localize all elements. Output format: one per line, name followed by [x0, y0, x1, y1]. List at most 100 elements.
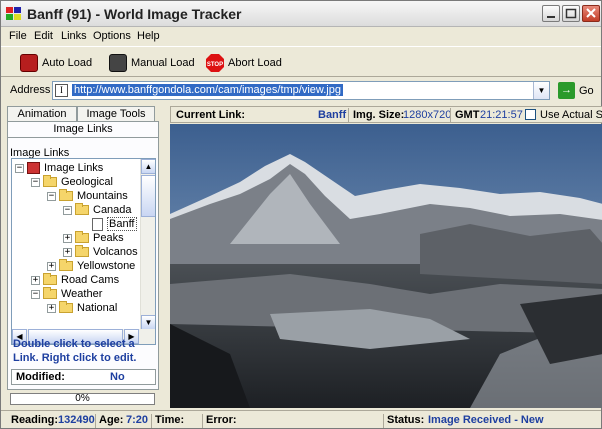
- tree-node-label: Volcanos: [93, 246, 138, 258]
- close-button[interactable]: [582, 5, 600, 22]
- tree-node[interactable]: + Peaks: [63, 231, 124, 245]
- chevron-down-icon: ▼: [537, 86, 546, 95]
- book-icon: [27, 162, 40, 174]
- progress-text: 0%: [75, 393, 90, 404]
- collapse-icon[interactable]: −: [31, 177, 40, 187]
- webcam-image[interactable]: [170, 124, 602, 408]
- usage-hint: Double click to select a Link. Right cli…: [13, 338, 137, 364]
- folder-icon: [59, 189, 73, 201]
- address-label: Address: [10, 84, 51, 96]
- tree-node[interactable]: − Geological: [31, 175, 113, 189]
- status-label: Status:: [387, 414, 425, 426]
- menu-links[interactable]: Links: [61, 30, 87, 42]
- auto-load-icon: [20, 54, 38, 72]
- address-bar: Address I http://www.banffgondola.com/ca…: [1, 78, 601, 103]
- folder-icon: [75, 245, 89, 257]
- modified-label: Modified:: [16, 371, 65, 383]
- collapse-icon[interactable]: −: [63, 205, 72, 215]
- tab-image-links[interactable]: Image Links: [7, 121, 159, 137]
- folder-icon: [43, 175, 57, 187]
- scroll-down-button[interactable]: ▼: [141, 315, 155, 330]
- image-info-bar: Current Link: Banff Img. Size: 1280x720 …: [170, 106, 602, 123]
- tree-node-label: Mountains: [77, 190, 128, 202]
- divider: [202, 414, 203, 428]
- tree-node-label: Image Links: [44, 162, 104, 174]
- menu-file[interactable]: File: [9, 30, 27, 42]
- address-dropdown-button[interactable]: ▼: [533, 82, 549, 99]
- expand-icon[interactable]: +: [31, 275, 40, 285]
- app-icon: [6, 7, 22, 21]
- image-links-pane: Image Links − Image Links − Geological −…: [7, 137, 159, 390]
- svg-text:STOP: STOP: [207, 62, 223, 68]
- menu-options[interactable]: Options: [93, 30, 131, 42]
- tree-vertical-scrollbar[interactable]: ▲ ▼: [140, 159, 155, 330]
- tree-node[interactable]: − Canada: [63, 203, 132, 217]
- tree-node[interactable]: + Volcanos: [63, 245, 138, 259]
- tree-node-selected[interactable]: Banff: [92, 217, 137, 231]
- img-size-value: 1280x720: [403, 109, 452, 121]
- text-cursor-icon: I: [55, 84, 68, 97]
- menu-help[interactable]: Help: [137, 30, 160, 42]
- go-button[interactable]: → Go: [558, 81, 594, 100]
- folder-icon: [59, 301, 73, 313]
- tree-node[interactable]: + Yellowstone: [47, 259, 135, 273]
- divider: [450, 108, 451, 122]
- folder-icon: [75, 231, 89, 243]
- address-input[interactable]: I http://www.banffgondola.com/cam/images…: [52, 81, 550, 100]
- menu-edit[interactable]: Edit: [34, 30, 53, 42]
- title-bar[interactable]: Banff (91) - World Image Tracker: [1, 1, 601, 27]
- chevron-up-icon: ▲: [144, 162, 153, 171]
- maximize-button[interactable]: [562, 5, 580, 22]
- tab-image-tools[interactable]: Image Tools: [77, 106, 155, 122]
- tree-node-label: Peaks: [93, 232, 124, 244]
- tree-node[interactable]: − Weather: [31, 287, 102, 301]
- camera-icon: [109, 54, 127, 72]
- expand-icon[interactable]: +: [47, 303, 56, 313]
- expand-icon[interactable]: +: [63, 233, 72, 243]
- manual-load-label: Manual Load: [131, 57, 195, 69]
- folder-icon: [75, 203, 89, 215]
- go-label: Go: [579, 84, 594, 97]
- window-title: Banff (91) - World Image Tracker: [27, 6, 242, 22]
- tab-animation[interactable]: Animation: [7, 106, 77, 122]
- status-value: Image Received - New: [428, 414, 544, 426]
- left-panel: Animation Image Tools Image Links Image …: [7, 106, 159, 390]
- tree-node[interactable]: + National: [47, 301, 117, 315]
- tree-node[interactable]: + Road Cams: [31, 273, 119, 287]
- tree-node-label: National: [77, 302, 118, 314]
- divider: [95, 414, 96, 428]
- auto-load-label: Auto Load: [42, 57, 93, 69]
- expand-icon[interactable]: +: [63, 247, 72, 257]
- scroll-thumb[interactable]: [141, 175, 155, 217]
- maximize-icon: [565, 8, 577, 19]
- actual-size-label[interactable]: Use Actual Siz: [540, 109, 602, 121]
- status-bar: Reading: 132490 Age: 7:20 Time: Error: S…: [1, 410, 601, 428]
- scroll-up-button[interactable]: ▲: [141, 159, 155, 174]
- toolbar: Auto Load Manual Load STOP Abort Load: [1, 46, 601, 77]
- divider: [348, 108, 349, 122]
- time-label: Time:: [155, 414, 185, 426]
- close-icon: [586, 8, 596, 18]
- collapse-icon[interactable]: −: [15, 163, 24, 173]
- stop-icon: STOP: [206, 54, 224, 72]
- auto-load-button[interactable]: Auto Load: [20, 52, 92, 74]
- image-links-tree[interactable]: − Image Links − Geological − Mountains −: [11, 158, 156, 345]
- tree-node[interactable]: − Mountains: [47, 189, 128, 203]
- abort-load-button[interactable]: STOP Abort Load: [206, 52, 282, 74]
- collapse-icon[interactable]: −: [47, 191, 56, 201]
- modified-value: No: [110, 371, 125, 383]
- img-size-label: Img. Size:: [353, 109, 405, 121]
- tree-node[interactable]: − Image Links: [15, 161, 103, 175]
- progress-bar: 0%: [10, 393, 155, 405]
- gmt-label: GMT: [455, 109, 480, 121]
- minimize-button[interactable]: [542, 5, 560, 22]
- address-url[interactable]: http://www.banffgondola.com/cam/images/t…: [72, 84, 343, 96]
- divider: [151, 414, 152, 428]
- age-value: 7:20: [126, 414, 149, 426]
- expand-icon[interactable]: +: [47, 261, 56, 271]
- manual-load-button[interactable]: Manual Load: [109, 52, 195, 74]
- abort-load-label: Abort Load: [228, 57, 282, 69]
- actual-size-checkbox[interactable]: [525, 109, 536, 120]
- collapse-icon[interactable]: −: [31, 289, 40, 299]
- reading-value: 132490: [58, 414, 95, 426]
